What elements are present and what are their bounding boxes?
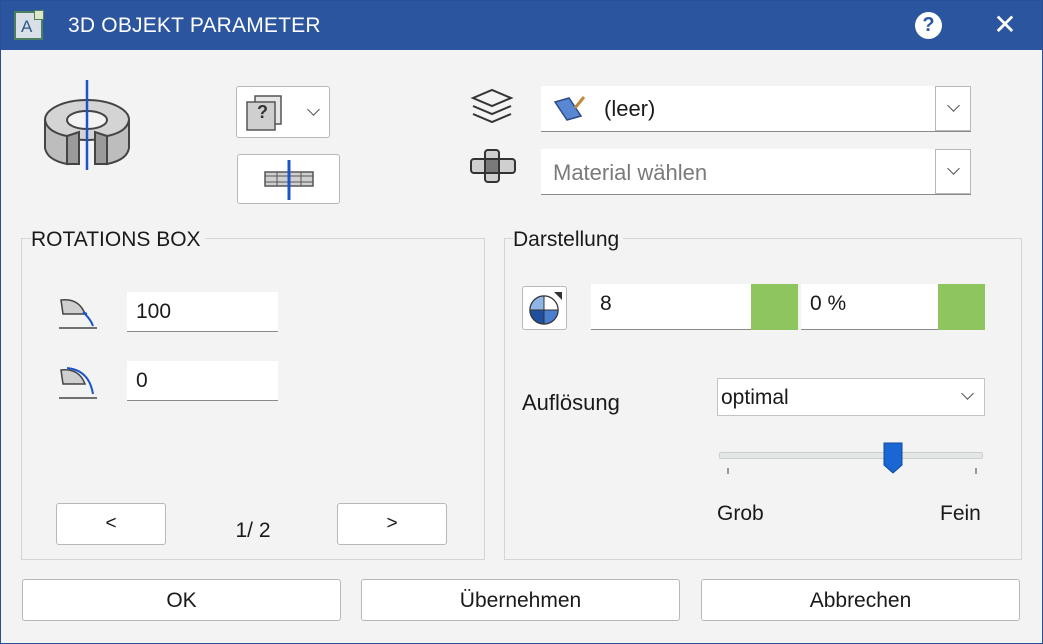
chevron-down-icon bbox=[947, 162, 960, 175]
layer-dropdown-toggle[interactable] bbox=[935, 86, 971, 131]
layer-pencil-icon bbox=[553, 96, 586, 121]
slider-min-label: Grob bbox=[717, 502, 764, 525]
object-preview-icon bbox=[44, 80, 130, 170]
display-title: Darstellung bbox=[513, 228, 624, 252]
cancel-button[interactable]: Abbrechen bbox=[701, 579, 1020, 621]
window-title: 3D OBJEKT PARAMETER bbox=[68, 14, 321, 37]
chevron-down-icon bbox=[961, 387, 974, 400]
slider-max-label: Fein bbox=[940, 502, 981, 525]
apply-button[interactable]: Übernehmen bbox=[361, 579, 680, 621]
type-selector-dropdown[interactable]: ? bbox=[236, 86, 330, 138]
transparency-input[interactable]: 0 % bbox=[801, 284, 938, 330]
layer-dropdown[interactable]: (leer) bbox=[541, 86, 971, 132]
axis-icon bbox=[264, 160, 314, 200]
help-button[interactable]: ? bbox=[915, 12, 942, 39]
rotation-box-title: ROTATIONS BOX bbox=[31, 228, 205, 252]
chevron-down-icon bbox=[947, 99, 960, 112]
segments-color-swatch[interactable] bbox=[751, 284, 798, 330]
material-dropdown-toggle[interactable] bbox=[935, 149, 971, 194]
segments-input[interactable]: 8 bbox=[591, 284, 751, 330]
layer-value: (leer) bbox=[604, 96, 656, 121]
dialog-body: ? (leer) Material wählen ROTATIONS BOX 1… bbox=[1, 50, 1042, 643]
layers-icon bbox=[470, 88, 514, 124]
app-icon-corner bbox=[34, 10, 44, 20]
resolution-label: Auflösung bbox=[522, 390, 620, 415]
close-button[interactable]: ✕ bbox=[991, 10, 1019, 40]
slider-tick-min bbox=[727, 468, 729, 474]
type-selector-glyph: ? bbox=[257, 102, 268, 122]
dialog-window: A 3D OBJEKT PARAMETER ? ✕ ? (leer) Mater… bbox=[0, 0, 1043, 644]
resolution-slider-thumb[interactable] bbox=[882, 441, 904, 475]
slider-tick-max bbox=[975, 468, 977, 474]
rotation-sweep-input[interactable]: 0 bbox=[127, 361, 278, 401]
page-next-button[interactable]: > bbox=[337, 503, 447, 545]
rotation-start-input[interactable]: 100 bbox=[127, 292, 278, 332]
title-bar[interactable]: A 3D OBJEKT PARAMETER ? ✕ bbox=[1, 1, 1042, 50]
material-placeholder: Material wählen bbox=[553, 160, 708, 185]
page-prev-button[interactable]: < bbox=[56, 503, 166, 545]
material-icon bbox=[470, 149, 516, 183]
pie-chart-icon bbox=[529, 292, 562, 325]
resolution-value: optimal bbox=[721, 386, 789, 409]
material-dropdown[interactable]: Material wählen bbox=[541, 149, 971, 195]
resolution-select[interactable]: optimal bbox=[717, 378, 985, 416]
segments-pie-button[interactable] bbox=[522, 286, 567, 330]
axis-orientation-button[interactable] bbox=[237, 154, 340, 204]
app-icon: A bbox=[14, 10, 44, 40]
app-icon-letter: A bbox=[21, 17, 33, 36]
ok-button[interactable]: OK bbox=[22, 579, 341, 621]
arc-angle-start-icon bbox=[59, 299, 97, 329]
page-indicator: 1/ 2 bbox=[235, 519, 271, 542]
transparency-color-swatch[interactable] bbox=[938, 284, 985, 330]
resolution-slider-track[interactable] bbox=[719, 452, 983, 459]
arc-angle-sweep-icon bbox=[59, 367, 97, 399]
chevron-down-icon bbox=[307, 103, 320, 116]
